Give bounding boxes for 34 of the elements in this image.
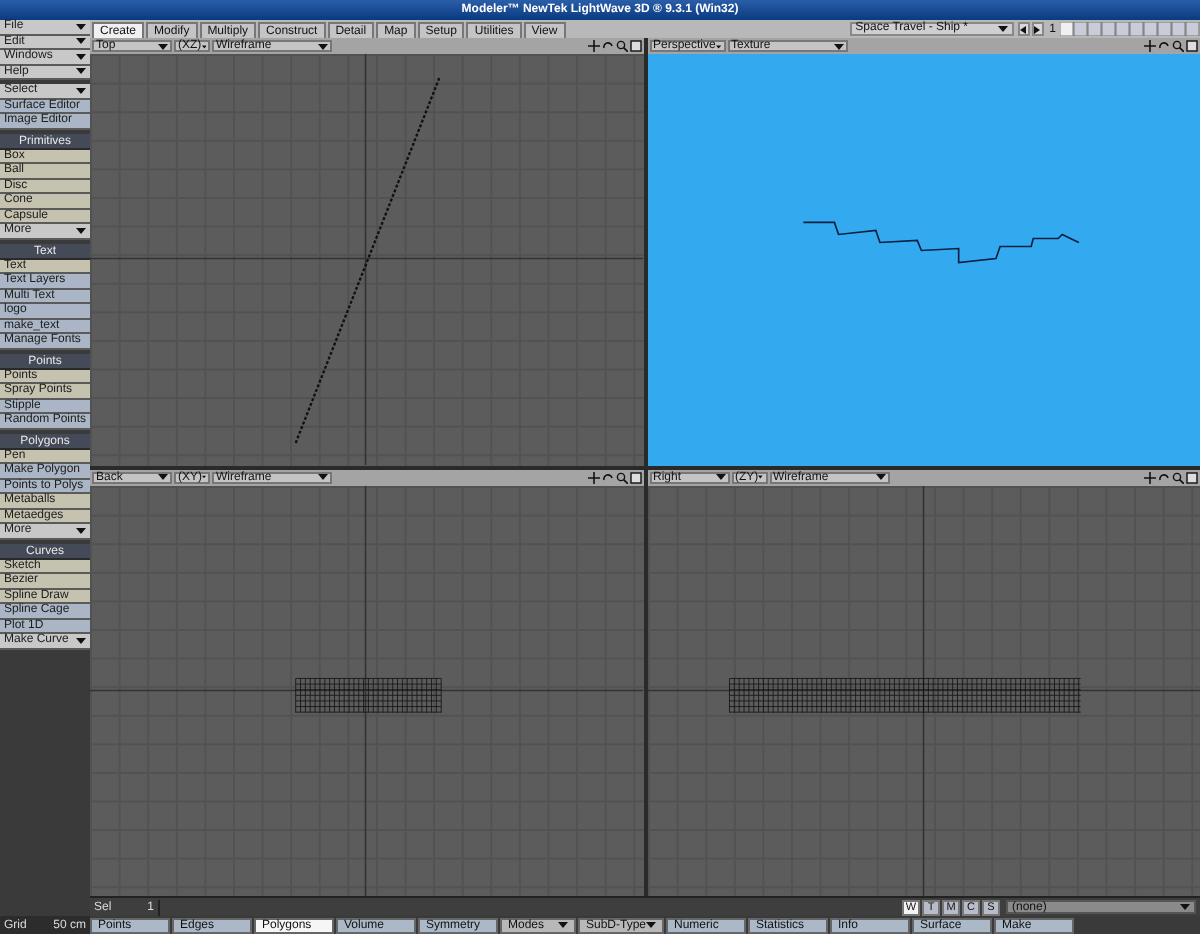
zoom-icon[interactable] (615, 40, 627, 52)
caret-icon (715, 474, 725, 480)
maximize-icon[interactable] (629, 471, 641, 483)
rotate-icon[interactable] (1158, 40, 1170, 52)
previous-layer-button[interactable] (1017, 22, 1030, 36)
rotate-icon[interactable] (601, 40, 613, 52)
caret-icon (758, 474, 763, 480)
caret-icon (158, 43, 168, 49)
caret-icon (715, 43, 721, 49)
caret-icon (997, 26, 1008, 32)
caret-icon (558, 922, 568, 928)
caret-icon (76, 87, 86, 94)
move-icon[interactable] (587, 471, 599, 483)
zoom-icon[interactable] (1172, 471, 1184, 483)
caret-icon (833, 43, 843, 49)
caret-icon (875, 474, 885, 480)
caret-icon (1180, 904, 1190, 910)
move-icon[interactable] (1144, 471, 1156, 483)
maximize-icon[interactable] (1186, 471, 1198, 483)
caret-icon (646, 922, 657, 928)
move-icon[interactable] (587, 40, 599, 52)
caret-icon (318, 43, 328, 49)
maximize-icon[interactable] (629, 40, 641, 52)
caret-icon (201, 43, 206, 49)
move-icon[interactable] (1144, 40, 1156, 52)
rotate-icon[interactable] (601, 471, 613, 483)
zoom-icon[interactable] (1172, 40, 1184, 52)
caret-icon (318, 474, 328, 480)
caret-icon (202, 474, 206, 480)
zoom-icon[interactable] (615, 471, 627, 483)
next-layer-button[interactable] (1031, 22, 1044, 36)
caret-icon (158, 474, 168, 480)
maximize-icon[interactable] (1186, 40, 1198, 52)
rotate-icon[interactable] (1158, 471, 1170, 483)
